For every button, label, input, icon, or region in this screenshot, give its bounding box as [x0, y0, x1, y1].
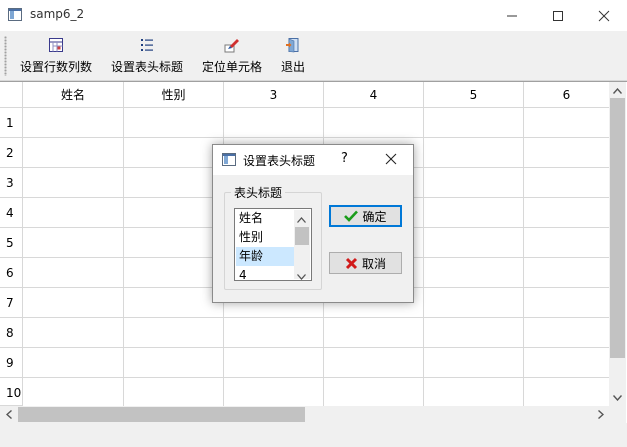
scroll-up-icon[interactable] — [609, 82, 626, 99]
close-icon — [598, 10, 610, 21]
maximize-icon — [553, 10, 563, 21]
row-header[interactable]: 10 — [0, 378, 23, 406]
dialog-title: 设置表头标题 — [243, 154, 316, 168]
list-item[interactable]: 姓名 — [236, 209, 294, 228]
column-header[interactable]: 5 — [424, 82, 524, 108]
help-button[interactable]: ? — [341, 151, 348, 166]
minimize-icon — [507, 15, 517, 16]
grid-settings-icon — [49, 38, 63, 52]
set-row-col-label: 设置行数列数 — [19, 60, 92, 74]
horizontal-scroll-thumb[interactable] — [18, 407, 305, 422]
scroll-right-icon[interactable] — [592, 406, 609, 423]
column-header[interactable]: 性别 — [124, 82, 224, 108]
close-button[interactable] — [581, 0, 627, 31]
app-icon — [8, 8, 22, 21]
dialog-app-icon — [222, 153, 236, 166]
list-item[interactable]: 4 — [236, 266, 294, 280]
status-bar — [0, 423, 627, 447]
set-row-col-button[interactable]: 设置行数列数 — [14, 31, 98, 81]
cancel-button[interactable]: 取消 — [329, 252, 402, 274]
locate-cell-icon — [224, 39, 239, 53]
dialog-close-button[interactable] — [383, 151, 399, 167]
vertical-scroll-thumb[interactable] — [610, 98, 625, 358]
exit-button[interactable]: 退出 — [274, 31, 312, 81]
row-header[interactable]: 9 — [0, 348, 23, 378]
locate-cell-button[interactable]: 定位单元格 — [196, 31, 268, 81]
list-scroll-thumb[interactable] — [295, 227, 309, 245]
exit-label: 退出 — [280, 60, 305, 74]
cross-icon — [345, 257, 358, 269]
scroll-left-icon[interactable] — [0, 406, 17, 423]
row-header[interactable]: 7 — [0, 288, 23, 318]
window-title: samp6_2 — [30, 7, 85, 21]
set-header-title-label: 设置表头标题 — [110, 60, 183, 74]
row-header[interactable]: 1 — [0, 108, 23, 138]
scroll-down-icon[interactable] — [609, 389, 626, 406]
close-icon — [385, 153, 397, 165]
row-header[interactable]: 5 — [0, 228, 23, 258]
row-header[interactable]: 3 — [0, 168, 23, 198]
list-item[interactable]: 性别 — [236, 228, 294, 247]
group-title: 表头标题 — [231, 184, 286, 201]
row-header[interactable]: 4 — [0, 198, 23, 228]
column-header[interactable]: 姓名 — [23, 82, 124, 108]
header-title-list[interactable]: 姓名 性别 年龄 4 — [234, 208, 312, 281]
column-header[interactable]: 6 — [524, 82, 609, 108]
list-icon — [141, 39, 153, 51]
ok-label: 确定 — [362, 209, 387, 224]
toolbar-grip[interactable] — [4, 36, 7, 76]
column-header[interactable]: 4 — [324, 82, 424, 108]
row-header[interactable]: 8 — [0, 318, 23, 348]
row-header[interactable]: 2 — [0, 138, 23, 168]
locate-cell-label: 定位单元格 — [201, 60, 262, 74]
table-corner-button[interactable] — [0, 82, 23, 108]
checkmark-icon — [344, 210, 359, 222]
list-item-selected[interactable]: 年龄 — [236, 247, 294, 266]
list-scroll-down-icon[interactable] — [297, 269, 306, 280]
scroll-corner — [609, 406, 626, 423]
cancel-label: 取消 — [361, 256, 386, 271]
column-header[interactable]: 3 — [224, 82, 324, 108]
exit-door-icon — [286, 38, 299, 53]
maximize-button[interactable] — [535, 0, 581, 31]
set-header-title-button[interactable]: 设置表头标题 — [104, 31, 190, 81]
row-header[interactable]: 6 — [0, 258, 23, 288]
ok-button[interactable]: 确定 — [329, 205, 402, 227]
minimize-button[interactable] — [489, 0, 535, 31]
header-title-dialog[interactable]: 设置表头标题 ? 表头标题 姓名 性别 年龄 4 确定 取消 — [212, 144, 414, 303]
list-scroll-up-icon[interactable] — [297, 212, 306, 226]
